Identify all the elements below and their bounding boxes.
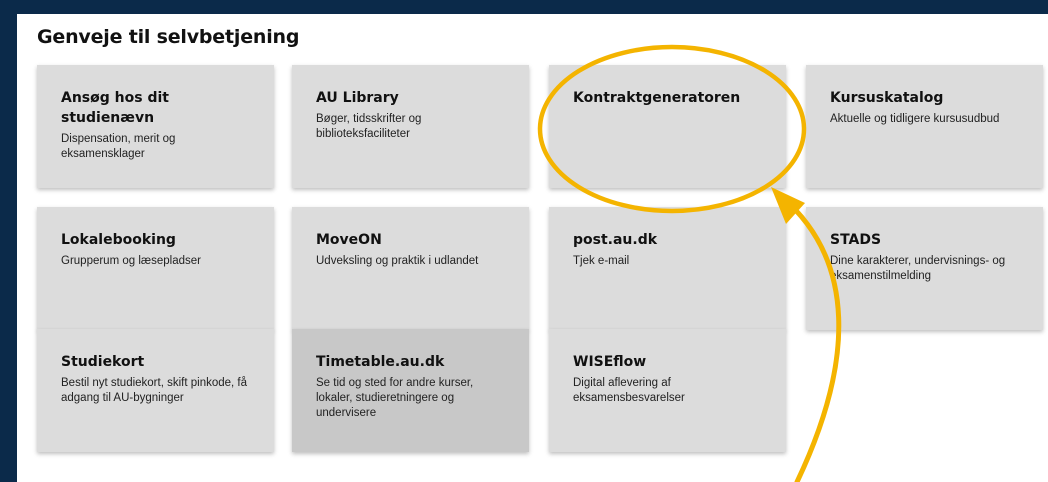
tile-description: Dine karakterer, undervisnings- og eksam… [830,255,1006,282]
tile-description: Tjek e-mail [573,255,630,267]
tile-studiekort[interactable]: Studiekort Bestil nyt studiekort, skift … [37,329,274,452]
tile-kursuskatalog[interactable]: Kursuskatalog Aktuelle og tidligere kurs… [806,65,1043,188]
tile-studienaevn[interactable]: Ansøg hos dit studienævn Dispensation, m… [37,65,274,188]
tile-kontraktgeneratoren[interactable]: Kontraktgeneratoren [549,65,786,188]
tile-title: Kursuskatalog [830,90,944,106]
tile-description: Bestil nyt studiekort, skift pinkode, få… [61,377,248,404]
tile-moveon[interactable]: MoveON Udveksling og praktik i udlandet [292,207,529,330]
tile-title: WISEflow [573,354,647,370]
tile-title: STADS [830,232,882,248]
tile-stads[interactable]: STADS Dine karakterer, undervisnings- og… [806,207,1043,330]
tile-title: Timetable.au.dk [316,354,445,370]
tile-title: AU Library [316,90,399,106]
tile-title: Kontraktgeneratoren [573,90,741,106]
tile-post-au-dk[interactable]: post.au.dk Tjek e-mail [549,207,786,330]
tile-lokalebooking[interactable]: Lokalebooking Grupperum og læsepladser [37,207,274,330]
tile-au-library[interactable]: AU Library Bøger, tidsskrifter og biblio… [292,65,529,188]
tile-title: Ansøg hos dit studienævn [61,90,169,126]
tile-description: Bøger, tidsskrifter og biblioteksfacilit… [316,113,422,140]
tile-description: Digital aflevering af eksamensbesvarelse… [573,377,685,404]
tile-title: Lokalebooking [61,232,176,248]
tile-title: post.au.dk [573,232,658,248]
tile-description: Udveksling og praktik i udlandet [316,255,479,267]
tile-title: Studiekort [61,354,145,370]
tile-timetable[interactable]: Timetable.au.dk Se tid og sted for andre… [292,329,529,452]
tile-description: Grupperum og læsepladser [61,255,201,267]
tile-title: MoveON [316,232,382,248]
tile-description: Aktuelle og tidligere kursusudbud [830,113,1000,125]
tile-wiseflow[interactable]: WISEflow Digital aflevering af eksamensb… [549,329,786,452]
section-title: Genveje til selvbetjening [37,26,300,48]
tile-description: Se tid og sted for andre kurser, lokaler… [316,377,474,419]
tile-description: Dispensation, merit og eksamensklager [61,133,176,160]
